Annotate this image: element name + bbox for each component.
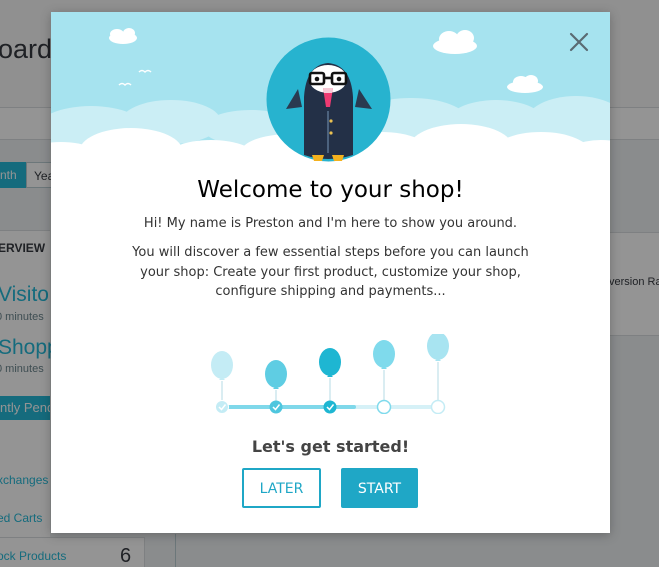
description-text: You will discover a few essential steps … [132,245,529,299]
intro-text: Hi! My name is Preston and I'm here to s… [143,216,518,231]
balloon-3 [319,348,341,377]
step-2-check-icon [269,400,283,414]
preston-mascot-icon [266,37,391,162]
balloon-1 [211,351,233,380]
balloon-4 [373,340,395,369]
modal-title: Welcome to your shop! [197,177,464,203]
later-button[interactable]: LATER [242,468,321,508]
balloon-5 [427,334,449,361]
progress-balloons [211,334,449,414]
balloon-2 [265,360,287,389]
start-button[interactable]: START [341,468,418,508]
get-started-text: Let's get started! [251,437,410,456]
step-4-node [376,399,392,414]
step-5-node [430,399,446,414]
step-3-check-icon [323,400,337,414]
welcome-modal: Welcome to your shop! Hi! My name is Pre… [51,12,610,533]
close-icon[interactable] [566,29,592,55]
step-1-check-icon [215,400,229,414]
